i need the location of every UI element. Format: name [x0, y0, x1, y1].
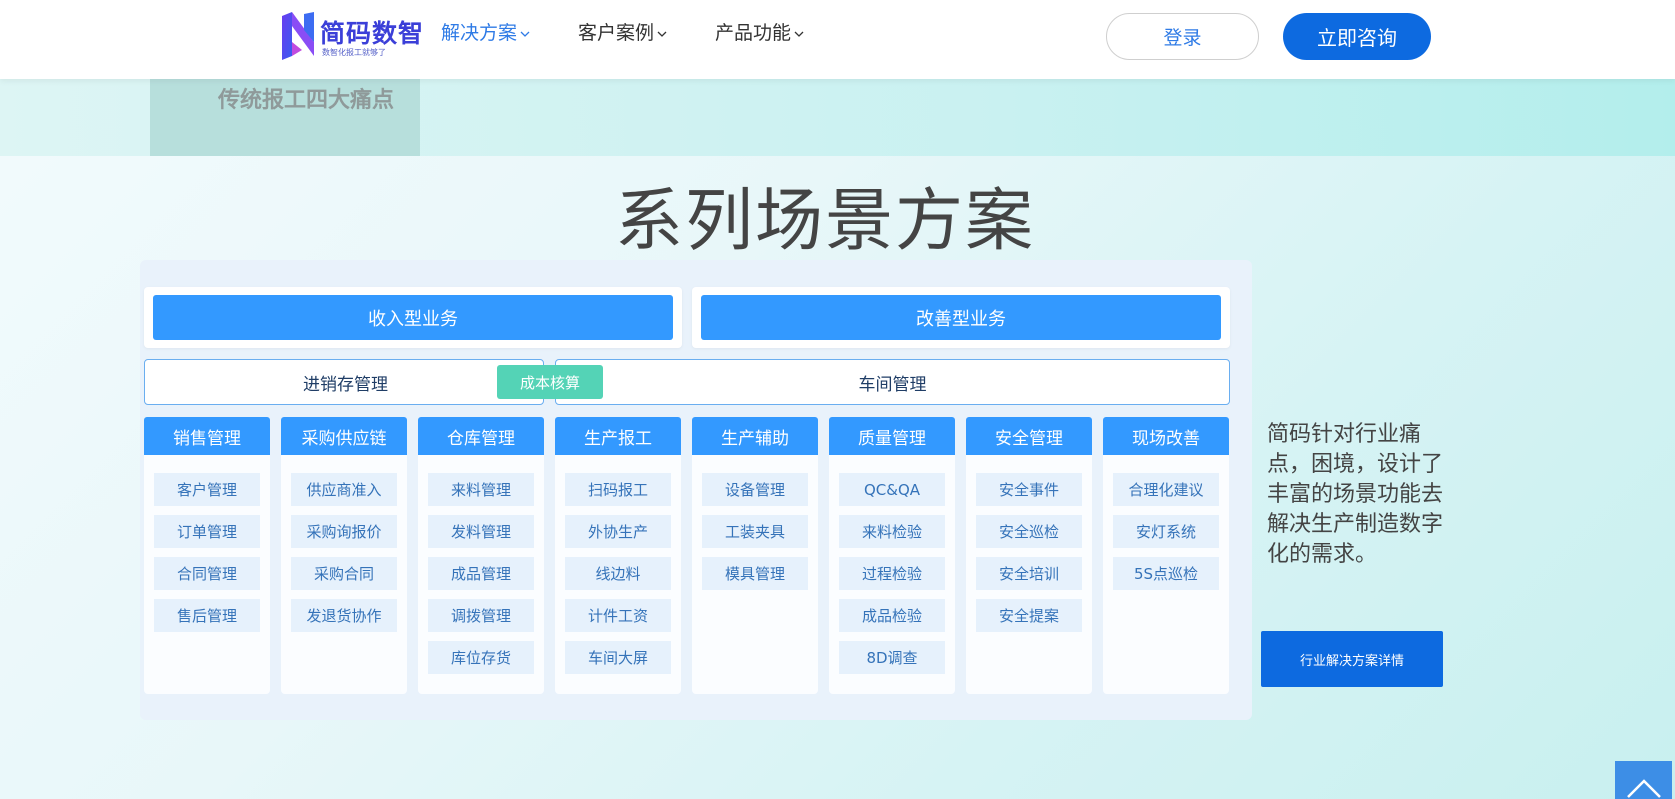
module-item[interactable]: QC&QA: [839, 473, 945, 506]
nav-features-label: 产品功能: [715, 22, 792, 44]
nav-solutions[interactable]: 解决方案: [441, 18, 530, 45]
module-column: 仓库管理来料管理发料管理成品管理调拨管理库位存货: [418, 417, 544, 694]
module-item[interactable]: 安灯系统: [1113, 515, 1219, 548]
module-item[interactable]: 安全提案: [976, 599, 1082, 632]
module-item[interactable]: 安全事件: [976, 473, 1082, 506]
revenue-business-label: 收入型业务: [153, 295, 673, 340]
module-column: 生产报工扫码报工外协生产线边料计件工资车间大屏: [555, 417, 681, 694]
module-column: 质量管理 QC&QA 来料检验过程检验成品检验 8D调查: [829, 417, 955, 694]
solution-detail-button[interactable]: 行业解决方案详情: [1261, 631, 1443, 687]
nav-cases[interactable]: 客户案例: [578, 18, 667, 45]
module-column: 生产辅助设备管理工装夹具模具管理: [692, 417, 818, 694]
improvement-business-label: 改善型业务: [701, 295, 1221, 340]
workshop-management-group: 车间管理: [555, 359, 1230, 405]
module-item[interactable]: 8D调查: [839, 641, 945, 674]
module-item[interactable]: 安全培训: [976, 557, 1082, 590]
nav-cases-label: 客户案例: [578, 22, 655, 44]
module-item[interactable]: 模具管理: [702, 557, 808, 590]
module-item[interactable]: 调拨管理: [428, 599, 534, 632]
module-item[interactable]: 合同管理: [154, 557, 260, 590]
module-column: 安全管理安全事件安全巡检安全培训安全提案: [966, 417, 1092, 694]
back-to-top-button[interactable]: [1615, 761, 1672, 799]
module-item[interactable]: 合理化建议: [1113, 473, 1219, 506]
chevron-down-icon: [657, 31, 667, 37]
module-item[interactable]: 来料管理: [428, 473, 534, 506]
module-item[interactable]: 订单管理: [154, 515, 260, 548]
chevron-down-icon: [520, 31, 530, 37]
module-column-title: 生产辅助: [692, 417, 818, 455]
inventory-management-label: 进销存管理: [303, 374, 388, 395]
module-item[interactable]: 成品检验: [839, 599, 945, 632]
logo-mark-icon: [282, 12, 314, 60]
chevron-up-icon: [1626, 779, 1661, 798]
module-item[interactable]: 工装夹具: [702, 515, 808, 548]
module-item[interactable]: 供应商准入: [291, 473, 397, 506]
module-item[interactable]: 成品管理: [428, 557, 534, 590]
module-column-title: 质量管理: [829, 417, 955, 455]
module-item[interactable]: 外协生产: [565, 515, 671, 548]
module-item[interactable]: 计件工资: [565, 599, 671, 632]
module-column: 现场改善合理化建议安灯系统 5S点巡检: [1103, 417, 1229, 694]
improvement-business-card: 改善型业务: [692, 287, 1230, 348]
chevron-down-icon: [794, 31, 804, 37]
site-header: 简码数智 数智化报工就够了 解决方案 客户案例 产品功能 登录 立即咨询: [0, 0, 1675, 79]
module-column-title: 仓库管理: [418, 417, 544, 455]
module-item[interactable]: 来料检验: [839, 515, 945, 548]
module-column-title: 生产报工: [555, 417, 681, 455]
module-item[interactable]: 设备管理: [702, 473, 808, 506]
module-item[interactable]: 客户管理: [154, 473, 260, 506]
brand-slogan: 数智化报工就够了: [322, 48, 386, 57]
module-item[interactable]: 采购合同: [291, 557, 397, 590]
section-title: 系列场景方案: [614, 182, 1035, 261]
module-item[interactable]: 采购询报价: [291, 515, 397, 548]
module-column-title: 采购供应链: [281, 417, 407, 455]
module-item[interactable]: 发退货协作: [291, 599, 397, 632]
module-item[interactable]: 线边料: [565, 557, 671, 590]
inventory-management-group: 进销存管理: [144, 359, 544, 405]
module-item[interactable]: 车间大屏: [565, 641, 671, 674]
login-button[interactable]: 登录: [1106, 13, 1259, 60]
cost-accounting-tag: 成本核算: [497, 365, 603, 399]
nav-features[interactable]: 产品功能: [715, 18, 804, 45]
pain-points-label: 传统报工四大痛点: [218, 88, 395, 113]
nav-solutions-label: 解决方案: [441, 22, 518, 44]
module-item[interactable]: 安全巡检: [976, 515, 1082, 548]
brand-name: 简码数智: [320, 19, 425, 48]
module-item[interactable]: 过程检验: [839, 557, 945, 590]
workshop-management-label: 车间管理: [858, 374, 927, 395]
revenue-business-card: 收入型业务: [144, 287, 682, 348]
consult-button[interactable]: 立即咨询: [1283, 13, 1431, 60]
module-item[interactable]: 库位存货: [428, 641, 534, 674]
module-column-title: 安全管理: [966, 417, 1092, 455]
module-column: 销售管理客户管理订单管理合同管理售后管理: [144, 417, 270, 694]
brand-logo[interactable]: 简码数智 数智化报工就够了: [280, 12, 430, 62]
module-item[interactable]: 5S点巡检: [1113, 557, 1219, 590]
module-item[interactable]: 售后管理: [154, 599, 260, 632]
module-column-title: 现场改善: [1103, 417, 1229, 455]
module-item[interactable]: 发料管理: [428, 515, 534, 548]
solution-description: 简码针对行业痛点，困境，设计了丰富的场景功能去解决生产制造数字化的需求。: [1267, 422, 1444, 567]
module-column-title: 销售管理: [144, 417, 270, 455]
module-item[interactable]: 扫码报工: [565, 473, 671, 506]
module-column: 采购供应链供应商准入采购询报价采购合同发退货协作: [281, 417, 407, 694]
